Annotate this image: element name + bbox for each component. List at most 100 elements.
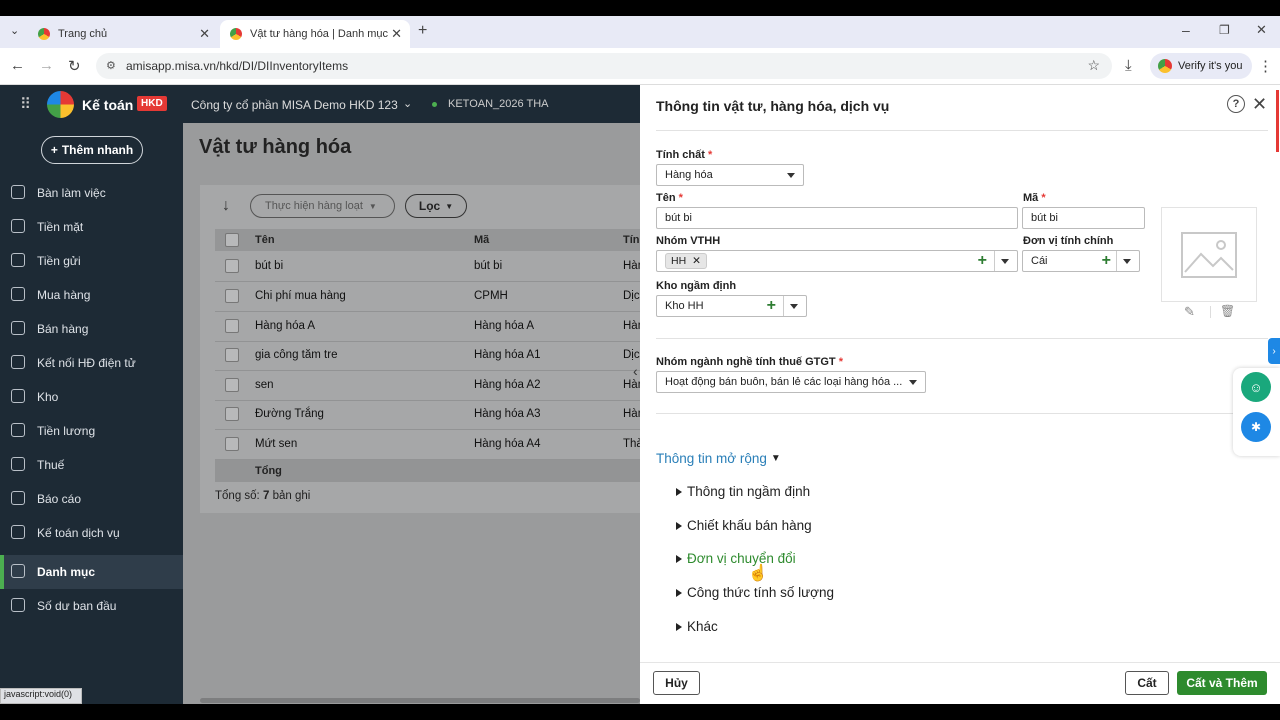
dataset-label[interactable]: KETOAN_2026 THA <box>448 98 548 110</box>
download-icon[interactable]: ⤓ <box>1125 57 1132 74</box>
name-label: Tên * <box>656 192 683 204</box>
group-tag[interactable]: HH ✕ <box>665 253 707 269</box>
dropdown-caret-icon[interactable] <box>790 304 798 309</box>
collapse-panel-icon[interactable]: ‹ <box>633 363 638 379</box>
tax-group-label: Nhóm ngành nghề tính thuế GTGT * <box>656 356 843 368</box>
section-unit-conversion[interactable]: Đơn vị chuyển đổi <box>676 551 796 566</box>
table-row[interactable]: Đường Trắng Hàng hóa A3 Hàn <box>215 400 644 430</box>
minimize-icon[interactable]: – <box>1182 22 1190 38</box>
close-panel-icon[interactable]: ✕ <box>1252 94 1267 115</box>
edit-image-icon[interactable]: ✎ <box>1184 304 1195 320</box>
window-close-icon[interactable]: ✕ <box>1256 22 1267 38</box>
add-warehouse-icon[interactable]: + <box>767 297 776 315</box>
browser-menu-icon[interactable]: ⋮ <box>1258 57 1273 75</box>
sidebar-item-service[interactable]: Kế toán dịch vụ <box>0 516 183 550</box>
sidebar-item-cash[interactable]: Tiền mặt <box>0 210 183 244</box>
row-checkbox[interactable] <box>225 437 239 451</box>
close-tab-icon[interactable]: ✕ <box>391 26 402 42</box>
row-checkbox[interactable] <box>225 378 239 392</box>
table-row[interactable]: Hàng hóa A Hàng hóa A Hàn <box>215 312 644 342</box>
item-image-placeholder[interactable] <box>1161 207 1257 302</box>
group-select[interactable]: HH ✕ + <box>656 250 1018 272</box>
row-checkbox[interactable] <box>225 407 239 421</box>
tab-search-icon[interactable]: ⌄ <box>10 24 19 37</box>
cancel-button[interactable]: Hủy <box>653 671 700 695</box>
table-row[interactable]: Chi phí mua hàng CPMH Dịc <box>215 282 640 312</box>
add-group-icon[interactable]: + <box>978 252 987 270</box>
save-button[interactable]: Cất <box>1125 671 1169 695</box>
table-row[interactable]: sen Hàng hóa A2 Hàn <box>215 371 644 401</box>
sidebar-item-purchase[interactable]: Mua hàng <box>0 278 183 312</box>
apps-grid-icon[interactable]: ⠿ <box>20 95 31 113</box>
table-row[interactable]: gia công tăm tre Hàng hóa A1 Dịc <box>215 341 640 371</box>
tab-inventory[interactable]: Vật tư hàng hóa | Danh mục | V ✕ <box>220 20 410 48</box>
extended-info-toggle[interactable]: Thông tin mở rộng ▼ <box>656 451 781 466</box>
company-selector[interactable]: Công ty cổ phần MISA Demo HKD 123 <box>191 98 398 112</box>
section-quantity-formula[interactable]: Công thức tính số lượng <box>676 585 834 600</box>
restore-icon[interactable]: ❐ <box>1219 23 1230 37</box>
row-checkbox[interactable] <box>225 348 239 362</box>
column-header-code[interactable]: Mã <box>474 234 489 246</box>
code-input[interactable]: bút bi <box>1022 207 1145 229</box>
dropdown-caret-icon[interactable] <box>1123 259 1131 264</box>
sidebar-item-sales[interactable]: Bán hàng <box>0 312 183 346</box>
invoice-icon <box>11 355 25 369</box>
back-icon[interactable]: ← <box>10 57 25 74</box>
tax-group-select[interactable]: Hoạt động bán buôn, bán lẻ các loại hàng… <box>656 371 926 393</box>
sidebar-item-bank[interactable]: Tiền gửi <box>0 244 183 278</box>
name-input[interactable]: bút bi <box>656 207 1018 229</box>
bookmark-star-icon[interactable]: ☆ <box>1087 57 1100 74</box>
row-checkbox[interactable] <box>225 319 239 333</box>
sidebar-item-einvoice[interactable]: Kết nối HĐ điện tử <box>0 346 183 380</box>
sidebar-item-tax[interactable]: Thuế <box>0 448 183 482</box>
table-row[interactable]: bút bi bút bi Hàn <box>215 252 644 282</box>
company-chevron-icon[interactable]: ⌄ <box>403 97 412 110</box>
reload-icon[interactable]: ↻ <box>68 57 81 75</box>
delete-image-icon[interactable]: 🗑 <box>1220 304 1235 318</box>
remove-tag-icon[interactable]: ✕ <box>692 255 701 267</box>
filter-button[interactable]: Lọc ▼ <box>405 194 467 218</box>
site-settings-icon[interactable]: ⚙ <box>106 59 116 72</box>
section-sales-discount[interactable]: Chiết khấu bán hàng <box>676 518 812 533</box>
sidebar-item-catalog[interactable]: Danh mục <box>0 555 183 589</box>
row-checkbox[interactable] <box>225 259 239 273</box>
add-unit-icon[interactable]: + <box>1102 252 1111 270</box>
divider <box>783 296 784 316</box>
forward-icon[interactable]: → <box>39 57 54 74</box>
community-icon[interactable]: ✱ <box>1241 412 1271 442</box>
table-row[interactable]: Mứt sen Hàng hóa A4 Thà <box>215 430 643 460</box>
url-input[interactable]: ⚙ amisapp.misa.vn/hkd/DI/DIInventoryItem… <box>96 53 1112 79</box>
sort-down-icon[interactable]: ↓ <box>222 197 230 215</box>
tab-home[interactable]: Trang chủ ✕ <box>28 20 218 48</box>
close-tab-icon[interactable]: ✕ <box>199 26 210 42</box>
section-other[interactable]: Khác <box>676 619 718 634</box>
new-tab-icon[interactable]: + <box>418 22 427 40</box>
save-and-add-button[interactable]: Cất và Thêm <box>1177 671 1267 695</box>
nature-select[interactable]: Hàng hóa <box>656 164 804 186</box>
select-all-checkbox[interactable] <box>225 233 239 247</box>
section-default-info[interactable]: Thông tin ngầm định <box>676 484 810 499</box>
dropdown-caret-icon[interactable] <box>1001 259 1009 264</box>
sidebar-item-warehouse[interactable]: Kho <box>0 380 183 414</box>
row-checkbox[interactable] <box>225 289 239 303</box>
sidebar-item-label: Bàn làm việc <box>37 186 106 200</box>
chat-icon[interactable]: ☺ <box>1241 372 1271 402</box>
unit-select[interactable]: Cái + <box>1022 250 1140 272</box>
sidebar-item-label: Kết nối HĐ điện tử <box>37 356 136 370</box>
batch-action-button[interactable]: Thực hiện hàng loạt ▼ <box>250 194 395 218</box>
dashboard-icon <box>11 185 25 199</box>
sidebar-item-salary[interactable]: Tiền lương <box>0 414 183 448</box>
tab-home-title: Trang chủ <box>58 28 108 40</box>
sidebar-item-dashboard[interactable]: Bàn làm việc <box>0 176 183 210</box>
warehouse-select[interactable]: Kho HH + <box>656 295 807 317</box>
record-count-value: 7 <box>262 490 270 502</box>
horizontal-scrollbar[interactable] <box>200 698 640 703</box>
help-icon[interactable]: ? <box>1227 95 1245 113</box>
sidebar-item-reports[interactable]: Báo cáo <box>0 482 183 516</box>
expand-right-panel-icon[interactable]: › <box>1268 338 1280 364</box>
sidebar-item-opening-balance[interactable]: Số dư ban đầu <box>0 589 183 623</box>
column-header-name[interactable]: Tên <box>255 234 275 246</box>
cell-name: bút bi <box>255 260 284 272</box>
verify-profile-button[interactable]: Verify it's you <box>1150 53 1253 79</box>
quick-add-button[interactable]: + Thêm nhanh <box>41 136 143 164</box>
